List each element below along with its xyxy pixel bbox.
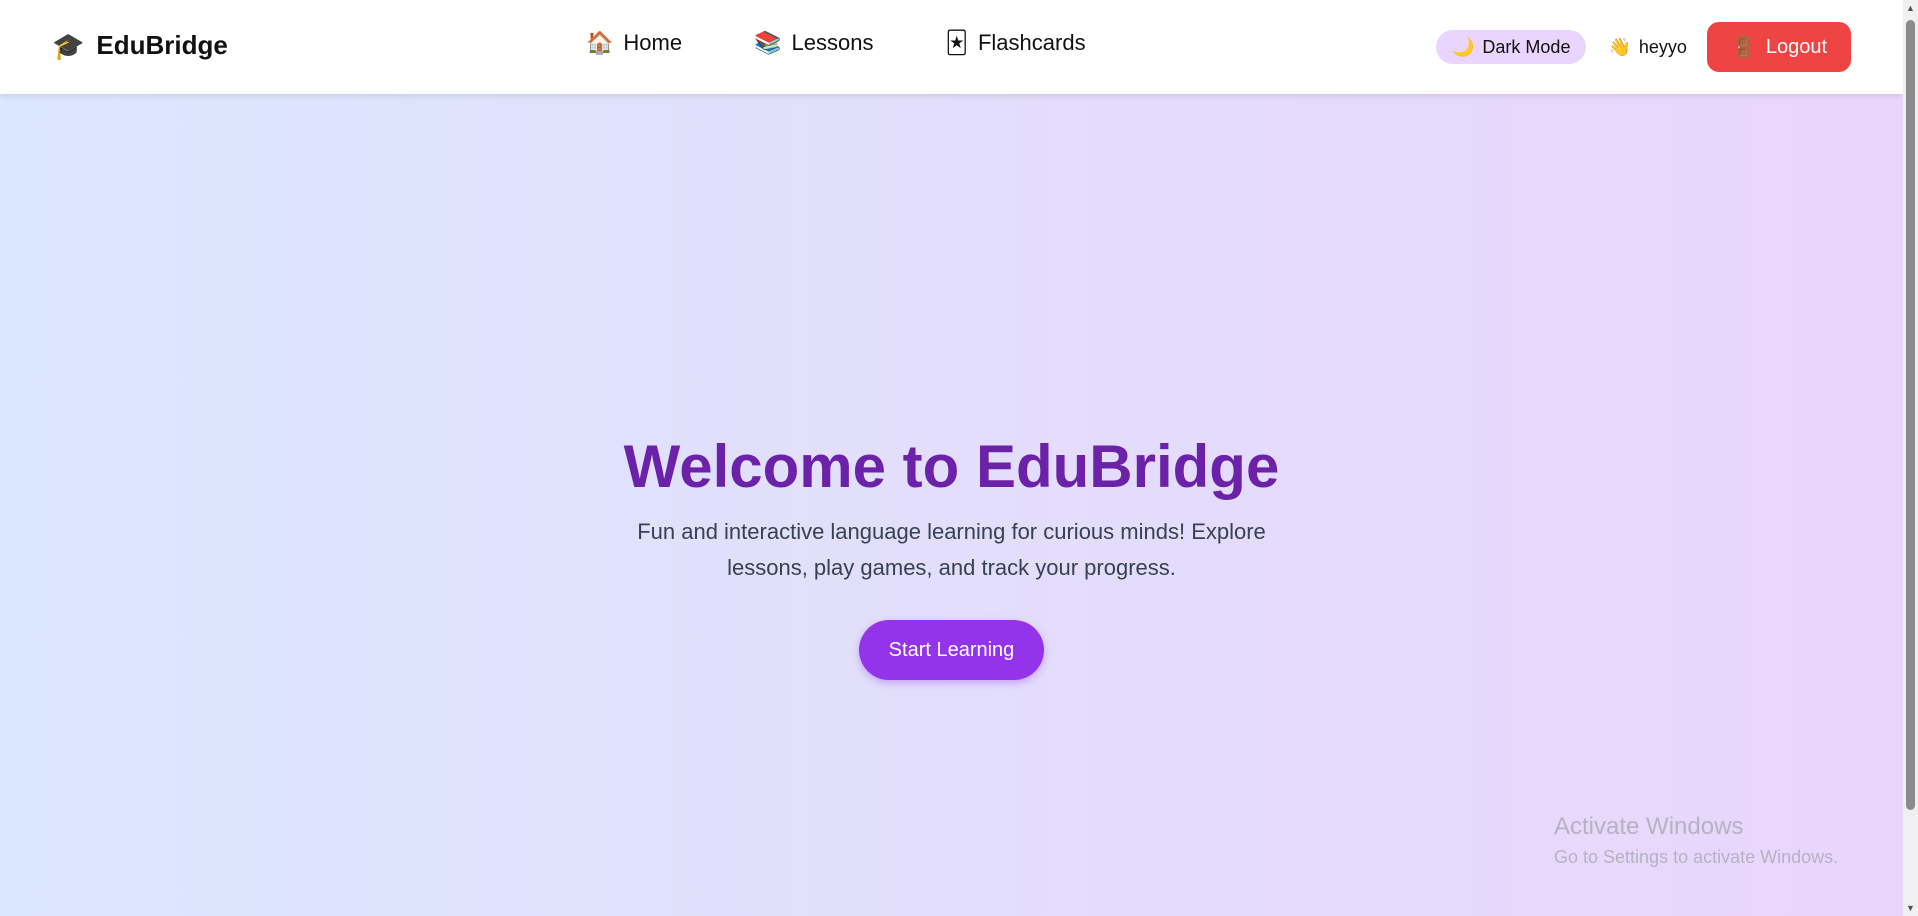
door-icon: 🚪 <box>1730 36 1756 59</box>
graduation-cap-icon: 🎓 <box>52 30 85 61</box>
watermark-subtitle: Go to Settings to activate Windows. <box>1554 847 1839 867</box>
username: heyyo <box>1638 36 1687 57</box>
brand-name: EduBridge <box>96 30 228 60</box>
waving-hand-icon: 👋 <box>1608 36 1631 57</box>
user-greeting: 👋 heyyo <box>1608 37 1686 58</box>
hero-title: Welcome to EduBridge <box>623 433 1280 500</box>
nav-lessons-link[interactable]: 📚 Lessons <box>754 30 873 56</box>
nav-flashcards-label: Flashcards <box>977 30 1086 55</box>
nav-home-label: Home <box>623 30 683 55</box>
main-nav: 🏠 Home 📚 Lessons 🃏 Flashcards <box>586 30 1086 56</box>
dark-mode-toggle[interactable]: 🌙 Dark Mode <box>1436 30 1587 64</box>
brand[interactable]: 🎓 EduBridge <box>52 30 228 61</box>
scroll-up-arrow-icon[interactable]: ▲ <box>1903 0 1918 16</box>
top-navbar: 🎓 EduBridge 🏠 Home 📚 Lessons 🃏 Flashcard… <box>0 0 1903 94</box>
activate-windows-watermark: Activate Windows Go to Settings to activ… <box>1554 812 1838 870</box>
logout-label: Logout <box>1765 35 1827 58</box>
nav-flashcards-link[interactable]: 🃏 Flashcards <box>945 30 1085 56</box>
dark-mode-label: Dark Mode <box>1482 36 1571 57</box>
logout-button[interactable]: 🚪 Logout <box>1706 22 1851 72</box>
books-icon: 📚 <box>754 30 782 55</box>
flashcard-icon: 🃏 <box>945 30 968 55</box>
page: 🎓 EduBridge 🏠 Home 📚 Lessons 🃏 Flashcard… <box>0 0 1903 916</box>
nav-home-link[interactable]: 🏠 Home <box>586 30 682 56</box>
hero-section: Welcome to EduBridge Fun and interactive… <box>0 430 1903 680</box>
start-learning-button[interactable]: Start Learning <box>858 620 1045 680</box>
vertical-scrollbar[interactable]: ▲ ▼ <box>1903 0 1918 916</box>
house-icon: 🏠 <box>586 30 614 55</box>
moon-icon: 🌙 <box>1452 36 1475 57</box>
watermark-title: Activate Windows <box>1554 813 1744 840</box>
header-actions: 🌙 Dark Mode 👋 heyyo 🚪 Logout <box>1436 22 1851 72</box>
nav-lessons-label: Lessons <box>791 30 874 55</box>
hero-subtitle: Fun and interactive language learning fo… <box>637 519 1266 580</box>
scroll-down-arrow-icon[interactable]: ▼ <box>1903 900 1918 916</box>
scrollbar-thumb[interactable] <box>1906 20 1915 810</box>
